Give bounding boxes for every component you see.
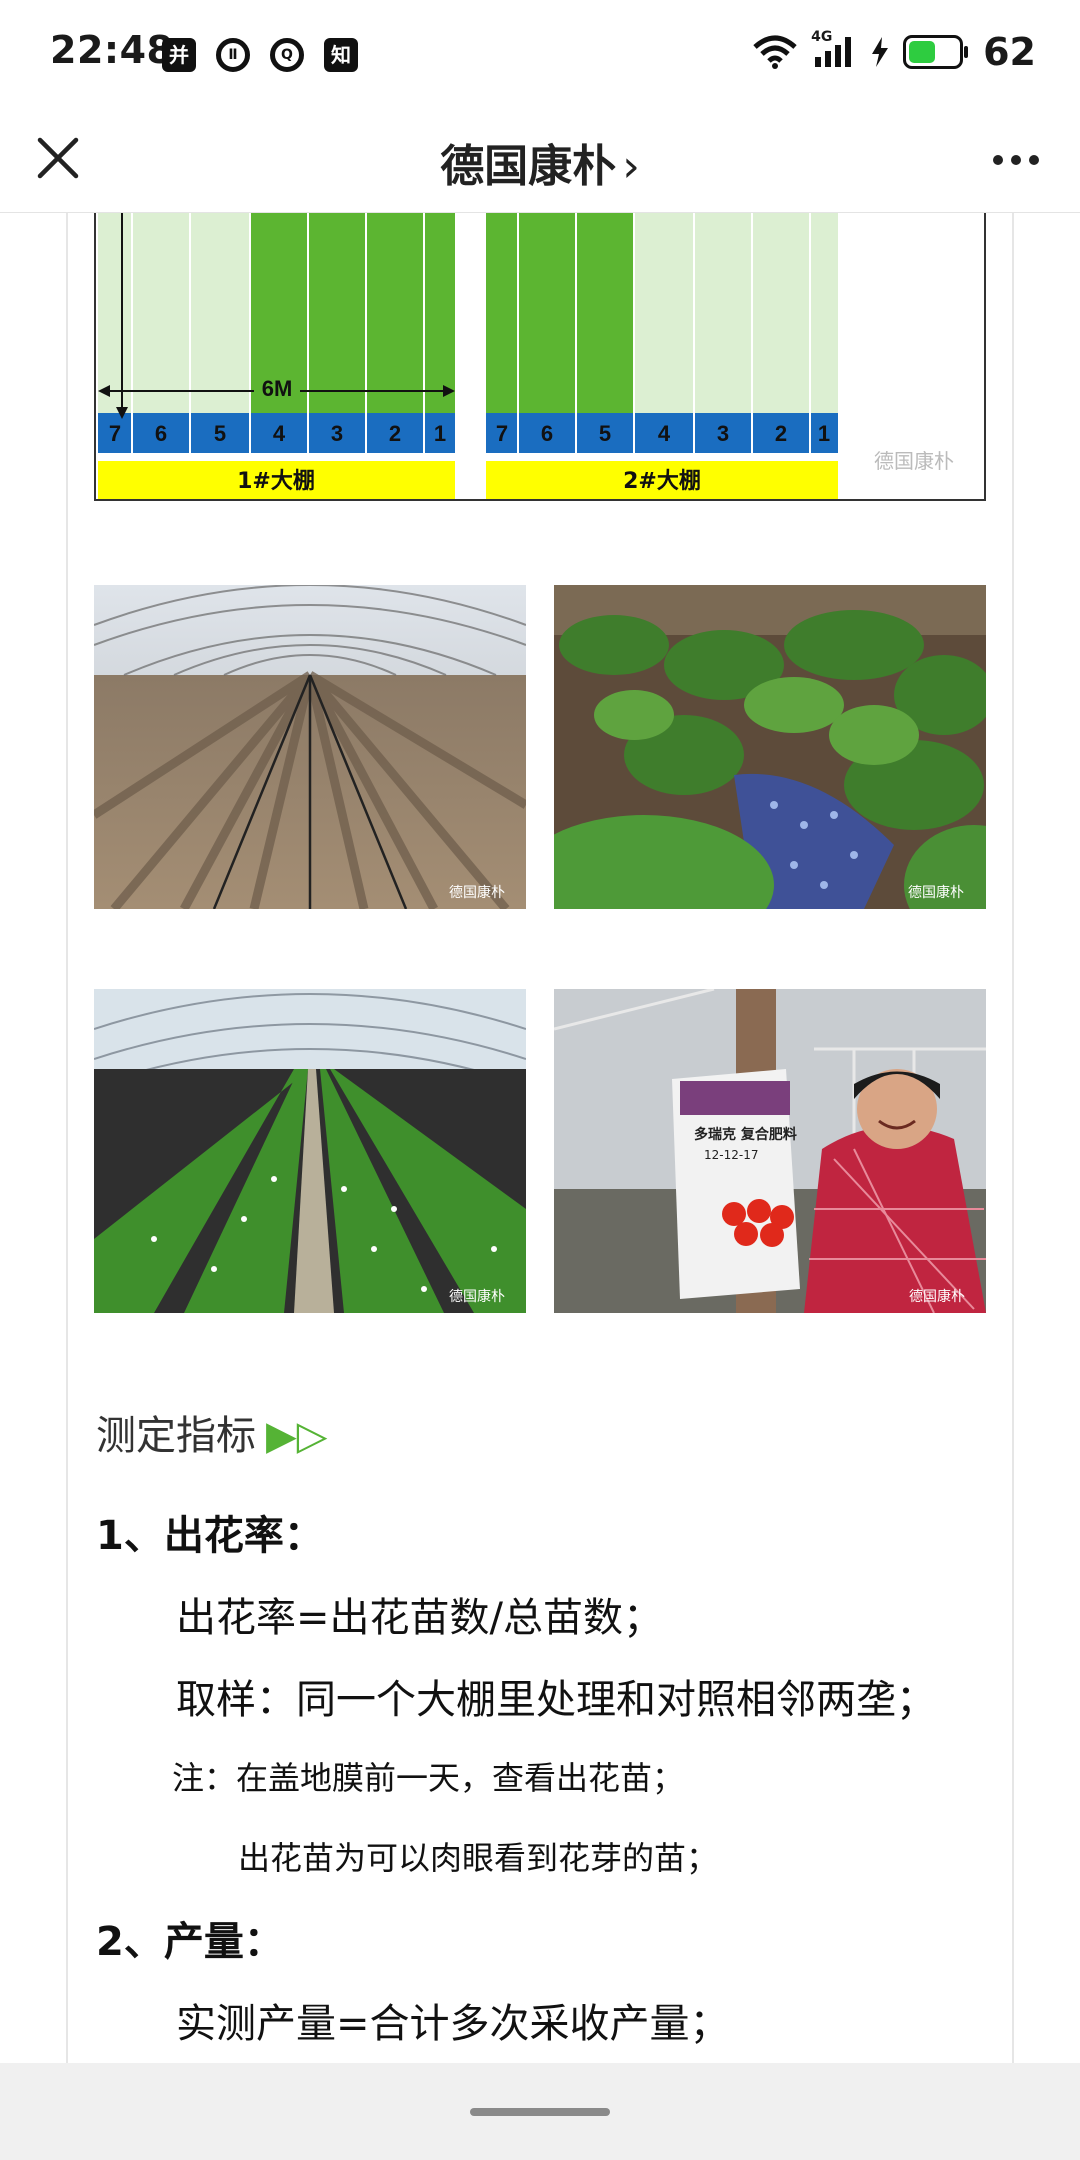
- item1-sampling: 取样：同一个大棚里处理和对照相邻两垄；: [176, 1677, 936, 1723]
- gh1-row-number: 6: [155, 421, 167, 446]
- cellular-signal-icon: 4G: [811, 29, 857, 69]
- photo-strawberry-rows[interactable]: 德国康朴: [94, 989, 526, 1313]
- section-heading-text: 测定指标: [96, 1413, 256, 1459]
- battery-level: 62: [983, 30, 1036, 74]
- diagram-watermark: 德国康朴: [874, 449, 954, 473]
- item1-note-detail: 出花苗为可以肉眼看到花芽的苗；: [238, 1839, 719, 1877]
- item1-title: 1、出花率：: [96, 1513, 324, 1559]
- photo-greenhouse-ridges[interactable]: 德国康朴: [94, 585, 526, 909]
- battery-fill: [909, 41, 936, 63]
- app-notification-icon: 并: [162, 38, 196, 72]
- system-icons: 4G 62: [753, 29, 1036, 74]
- notification-icons: 并 Ⅱ Q 知: [162, 38, 358, 72]
- item2-formula: 实测产量=合计多次采收产量；: [176, 2001, 730, 2047]
- wifi-icon: [753, 35, 797, 69]
- item1-note: 注：在盖地膜前一天，查看出花苗；: [172, 1759, 685, 1797]
- more-options-icon[interactable]: [986, 134, 1046, 186]
- battery-icon: [903, 35, 969, 69]
- gh2-row-number: 6: [541, 421, 553, 446]
- qq-notification-icon: Q: [270, 38, 304, 72]
- greenhouse-layout-diagram: 7 6 5 4 3 2 1 7 6 5 4 3 2 1 1#大棚 2#大棚 6M…: [94, 213, 986, 503]
- gh1-row-number: 2: [389, 421, 401, 446]
- photo-farmer-with-fertilizer[interactable]: 多瑞克 复合肥料 12-12-17 德国康朴: [554, 989, 986, 1313]
- article-content[interactable]: 7 6 5 4 3 2 1 7 6 5 4 3 2 1 1#大棚 2#大棚 6M…: [0, 213, 1080, 2063]
- account-name[interactable]: 德国康朴: [440, 141, 616, 192]
- bottom-navigation-area: [0, 2063, 1080, 2160]
- bag-label: 多瑞克 复合肥料: [694, 1126, 797, 1143]
- photo-watermark: 德国康朴: [908, 884, 964, 901]
- account-title[interactable]: 德国康朴 ›: [0, 130, 1080, 194]
- gh1-row-number: 1: [434, 421, 446, 446]
- zhihu-notification-icon: 知: [324, 38, 358, 72]
- charging-bolt-icon: [872, 37, 889, 67]
- item2-title: 2、产量：: [96, 1919, 284, 1965]
- gh1-row-number: 4: [273, 421, 286, 446]
- section-heading: 测定指标 ▶▷: [96, 1403, 328, 1461]
- status-time: 22:48: [50, 28, 174, 72]
- photo-strawberry-fertilizer[interactable]: 德国康朴: [554, 585, 986, 909]
- bag-npk: 12-12-17: [704, 1148, 758, 1162]
- gh2-row-number: 5: [599, 421, 611, 446]
- gh2-row-number: 7: [496, 421, 508, 446]
- battery-tip: [964, 46, 969, 58]
- photo-watermark: 德国康朴: [449, 1288, 505, 1305]
- gh1-row-number: 5: [214, 421, 226, 446]
- nav-bar: 德国康朴 ›: [0, 108, 1080, 213]
- gh2-row-number: 4: [658, 421, 671, 446]
- greenhouse2-label: 2#大棚: [623, 469, 701, 494]
- diagram-graphic: 7 6 5 4 3 2 1 7 6 5 4 3 2 1 1#大棚 2#大棚 6M…: [94, 213, 986, 503]
- pause-notification-icon: Ⅱ: [216, 38, 250, 72]
- status-bar: 22:48 并 Ⅱ Q 知 4G 62: [0, 0, 1080, 108]
- item1-formula: 出花率=出花苗数/总苗数；: [176, 1595, 663, 1641]
- photo-watermark: 德国康朴: [449, 884, 505, 901]
- gh2-row-number: 3: [717, 421, 729, 446]
- gh2-row-number: 1: [818, 421, 830, 446]
- play-arrows-icon: ▶▷: [266, 1413, 328, 1459]
- greenhouse1-label: 1#大棚: [237, 469, 315, 494]
- gh1-row-number: 7: [109, 421, 121, 446]
- gh2-row-number: 2: [775, 421, 787, 446]
- gh1-row-number: 3: [331, 421, 343, 446]
- chevron-right-icon[interactable]: ›: [622, 141, 640, 192]
- home-gesture-handle[interactable]: [470, 2108, 610, 2116]
- width-6m-label: 6M: [262, 376, 293, 401]
- photo-watermark: 德国康朴: [909, 1288, 965, 1305]
